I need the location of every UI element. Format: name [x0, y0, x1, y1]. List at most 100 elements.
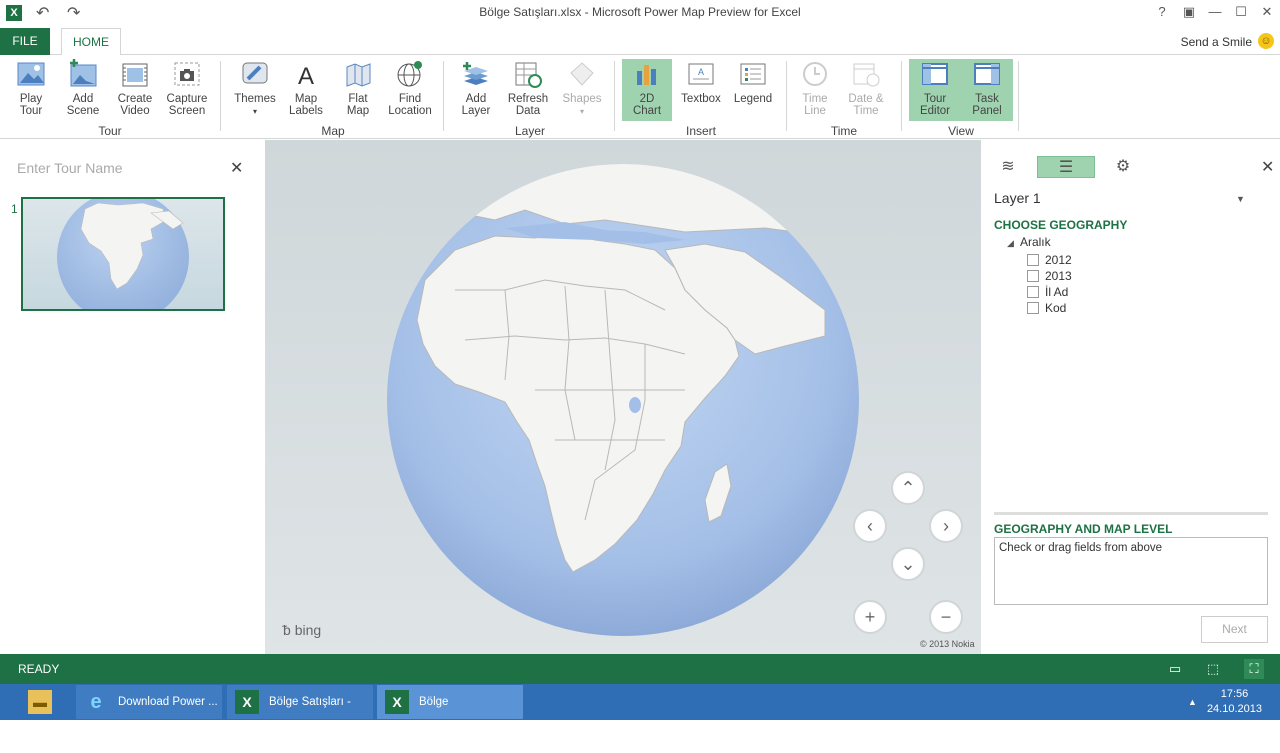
pan-right-button[interactable]: ›	[929, 509, 963, 543]
field-checkbox[interactable]	[1027, 270, 1039, 282]
show-hidden-icons-icon[interactable]: ▲	[1188, 685, 1204, 719]
maximize-button[interactable]: ☐	[1230, 4, 1252, 20]
chevron-down-icon[interactable]: ▼	[1236, 194, 1245, 204]
field-checkbox[interactable]	[1027, 286, 1039, 298]
zoom-out-button[interactable]: −	[929, 600, 963, 634]
find-location-label-1: Find	[398, 93, 422, 105]
map-canvas[interactable]: ⌃ ‹ › ⌄ + − ᵬ bing © 2013 Nokia	[265, 140, 981, 654]
themes-label: Themes	[234, 93, 276, 105]
ribbon: Play Tour Add Scene Create Video Capture…	[0, 55, 1280, 139]
taskbar-item-power-map[interactable]: X Bölge Satışları.xlsx...	[377, 685, 523, 742]
pan-up-button[interactable]: ⌃	[891, 471, 925, 505]
taskbar-item-label: Bölge Satışları - Ex...	[269, 696, 351, 742]
help-icon[interactable]: ?	[1151, 4, 1173, 19]
clock-icon	[803, 62, 827, 86]
create-video-label-2: Video	[120, 105, 150, 117]
shapes-button[interactable]: Shapes ▾	[555, 59, 609, 121]
file-explorer-button[interactable]: ▬	[18, 685, 66, 719]
group-label-insert: Insert	[685, 124, 716, 138]
next-button[interactable]: Next	[1201, 616, 1268, 643]
legend-button[interactable]: Legend	[726, 59, 780, 121]
taskbar-item-excel[interactable]: X Bölge Satışları - Ex...	[227, 685, 373, 742]
time-line-button[interactable]: Time Line	[788, 59, 842, 121]
window-title: Bölge Satışları.xlsx - Microsoft Power M…	[479, 5, 801, 19]
task-panel-button[interactable]: Task Panel	[961, 59, 1013, 121]
group-divider	[220, 61, 221, 131]
field-row[interactable]: Kod	[1027, 301, 1066, 315]
create-video-button[interactable]: Create Video	[108, 59, 162, 121]
clock-time: 17:56	[1220, 688, 1249, 700]
status-bar: READY ▭ ⬚ ⛶	[0, 654, 1280, 684]
map-labels-button[interactable]: A Map Labels	[279, 59, 333, 121]
layers-icon[interactable]: ≋	[996, 156, 1020, 178]
pan-down-button[interactable]: ⌄	[891, 547, 925, 581]
field-row[interactable]: 2013	[1027, 269, 1072, 283]
field-row[interactable]: 2012	[1027, 253, 1072, 267]
field-label: 2012	[1045, 253, 1072, 267]
date-time-label-2: Time	[853, 105, 879, 117]
tour-editor-button[interactable]: Tour Editor	[909, 59, 961, 121]
geography-map-level-header: GEOGRAPHY AND MAP LEVEL	[994, 522, 1173, 536]
field-checkbox[interactable]	[1027, 254, 1039, 266]
normal-view-icon[interactable]: ▭	[1165, 659, 1185, 679]
flat-map-icon	[346, 63, 371, 87]
folder-icon: ▬	[28, 690, 52, 714]
map-copyright: © 2013 Nokia	[920, 639, 975, 649]
find-location-button[interactable]: Find Location	[383, 59, 437, 121]
tab-home[interactable]: HOME	[61, 28, 121, 56]
date-time-button[interactable]: Date & Time	[839, 59, 893, 121]
svg-text:A: A	[298, 63, 314, 89]
capture-screen-button[interactable]: Capture Screen	[160, 59, 214, 121]
layer-dropdown[interactable]: Layer 1	[994, 190, 1249, 206]
table-node[interactable]: ◢ Aralık	[1007, 235, 1051, 249]
scene-thumbnail[interactable]	[21, 197, 225, 311]
fullscreen-icon[interactable]: ⛶	[1244, 659, 1264, 679]
geography-drop-zone[interactable]: Check or drag fields from above	[994, 537, 1268, 605]
refresh-data-button[interactable]: Refresh Data	[501, 59, 555, 121]
ribbon-display-icon[interactable]: ▣	[1178, 4, 1200, 20]
play-tour-button[interactable]: Play Tour	[4, 59, 58, 121]
2d-chart-button[interactable]: 2D Chart	[622, 59, 672, 121]
add-scene-button[interactable]: Add Scene	[56, 59, 110, 121]
taskbar-item-label: Download Power ...	[118, 696, 218, 708]
choose-geography-header: CHOOSE GEOGRAPHY	[994, 218, 1128, 232]
tour-name-input[interactable]: Enter Tour Name	[17, 160, 227, 176]
tab-file[interactable]: FILE	[0, 28, 50, 55]
globe[interactable]	[265, 140, 981, 654]
send-a-smile-link[interactable]: Send a Smile	[1181, 35, 1252, 49]
field-list-icon[interactable]: ☰	[1037, 156, 1095, 178]
close-tour-panel-icon[interactable]: ✕	[230, 158, 243, 178]
group-divider	[443, 61, 444, 131]
add-scene-label-2: Scene	[66, 105, 100, 117]
field-row[interactable]: İl Ad	[1027, 285, 1068, 299]
smiley-icon[interactable]: ☺	[1258, 33, 1274, 49]
page-layout-icon[interactable]: ⬚	[1203, 659, 1223, 679]
group-label-map: Map	[321, 124, 345, 138]
textbox-label: Textbox	[681, 93, 721, 105]
capture-screen-label-2: Screen	[168, 105, 206, 117]
pan-left-button[interactable]: ‹	[853, 509, 887, 543]
panel-splitter[interactable]	[994, 512, 1268, 515]
themes-button[interactable]: Themes ▾	[228, 59, 282, 121]
time-line-label-2: Line	[804, 105, 826, 117]
field-checkbox[interactable]	[1027, 302, 1039, 314]
title-bar: X ↶ ↷ Bölge Satışları.xlsx - Microsoft P…	[0, 0, 1280, 26]
close-task-panel-icon[interactable]: ✕	[1261, 157, 1274, 177]
flat-map-button[interactable]: Flat Map	[331, 59, 385, 121]
collapse-triangle-icon[interactable]: ◢	[1007, 238, 1014, 248]
play-tour-label-1: Play	[19, 93, 43, 105]
group-label-tour: Tour	[98, 124, 122, 138]
zoom-in-button[interactable]: +	[853, 600, 887, 634]
internet-explorer-icon: e	[90, 691, 102, 713]
textbox-button[interactable]: A Textbox	[674, 59, 728, 121]
shapes-icon	[570, 62, 594, 86]
map-labels-label-1: Map	[294, 93, 318, 105]
gear-icon[interactable]: ⚙	[1111, 156, 1135, 178]
system-clock[interactable]: 17:56 24.10.2013	[1207, 687, 1262, 717]
capture-screen-label-1: Capture	[166, 93, 208, 105]
add-layer-button[interactable]: Add Layer	[449, 59, 503, 121]
minimize-button[interactable]: —	[1204, 4, 1226, 19]
close-window-button[interactable]: ✕	[1256, 4, 1278, 20]
taskbar-item-browser[interactable]: e Download Power ...	[76, 685, 222, 719]
time-line-label-1: Time	[802, 93, 828, 105]
